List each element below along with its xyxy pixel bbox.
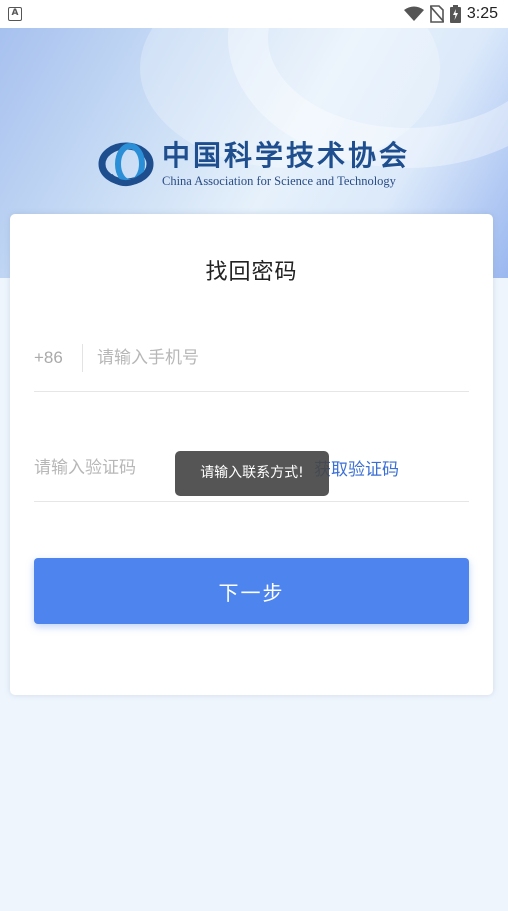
- clock: 3:25: [466, 5, 498, 22]
- phone-field-row: +86: [34, 324, 469, 392]
- cast-logo: 中国科学技术协会 China Association for Science a…: [96, 134, 412, 194]
- cast-logo-icon: [98, 142, 154, 186]
- next-button[interactable]: 下一步: [34, 558, 469, 624]
- battery-charging-icon: [449, 5, 461, 23]
- toast-message: 请输入联系方式!: [175, 451, 329, 496]
- phone-input[interactable]: [97, 347, 469, 368]
- page-title: 找回密码: [205, 260, 298, 285]
- wifi-icon: [403, 6, 424, 21]
- divider: [82, 343, 83, 372]
- status-right: 3:25: [403, 5, 498, 23]
- no-sim-icon: [429, 5, 444, 23]
- logo-name-en: China Association for Science and Techno…: [162, 174, 396, 188]
- logo-name-cn: 中国科学技术协会: [162, 139, 411, 172]
- status-left: A: [8, 7, 22, 21]
- a-icon: A: [8, 7, 22, 21]
- logo-text: 中国科学技术协会 China Association for Science a…: [162, 139, 410, 189]
- country-code[interactable]: +86: [34, 348, 82, 368]
- status-bar: A 3:25: [0, 0, 508, 28]
